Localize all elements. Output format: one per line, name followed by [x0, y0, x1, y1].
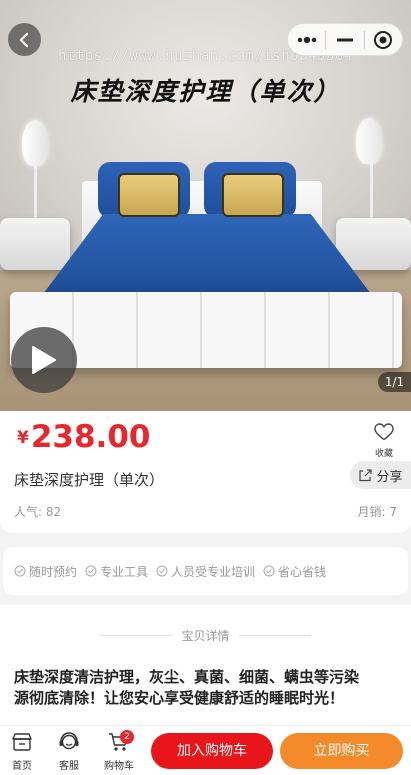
target-close-icon: [374, 30, 393, 49]
customer-service-icon: [59, 732, 79, 750]
service-tag: 专业工具: [85, 563, 148, 580]
product-image[interactable]: 床垫深度护理（单次） https://www.huzhan.com/ishop4…: [0, 0, 411, 411]
share-icon: [359, 469, 373, 482]
nightstand-right: [336, 218, 411, 270]
minimize-button[interactable]: [326, 24, 363, 55]
nightstand-left: [0, 218, 70, 270]
home-label: 首页: [12, 761, 32, 772]
check-circle-icon: [85, 565, 97, 577]
cart-badge: 2: [120, 730, 134, 744]
favorite-button[interactable]: 收藏: [366, 423, 402, 459]
pillow-gold-right: [222, 173, 284, 217]
check-circle-icon: [156, 565, 168, 577]
monthly-sales: 月销: 7: [357, 505, 398, 519]
price-card: ¥238.00 收藏 床垫深度护理（单次） 分享 人气: 82 月销: 7: [0, 411, 411, 533]
store-icon: [12, 733, 32, 751]
heart-icon: [374, 423, 394, 441]
price: ¥238.00: [17, 419, 150, 455]
customer-service-nav[interactable]: 客服: [49, 732, 89, 772]
lamp-right: [356, 118, 382, 164]
product-name: 床垫深度护理（单次）: [14, 471, 165, 489]
product-page: 床垫深度护理（单次） https://www.huzhan.com/ishop4…: [0, 0, 411, 775]
play-video-button[interactable]: [11, 327, 77, 393]
buy-now-button[interactable]: 立即购买: [280, 733, 403, 769]
service-label: 客服: [59, 761, 79, 772]
chevron-left-icon: [19, 32, 28, 47]
minimize-icon: [336, 38, 353, 41]
close-mini-program-button[interactable]: [365, 24, 402, 55]
add-to-cart-button[interactable]: 加入购物车: [151, 733, 273, 769]
currency-symbol: ¥: [17, 428, 29, 448]
lamp-stem-left: [34, 160, 37, 218]
service-tags: 随时预约 专业工具 人员受专业培训 省心省钱: [3, 547, 408, 595]
play-icon: [32, 346, 56, 374]
service-tag-label: 随时预约: [29, 564, 78, 579]
mini-program-capsule: [287, 23, 403, 56]
check-circle-icon: [263, 565, 275, 577]
detail-text: 床垫深度清洁护理，灰尘、真菌、细菌、螨虫等污染源彻底清除！让您安心享受健康舒适的…: [14, 668, 360, 707]
image-pager: 1/1: [378, 372, 411, 392]
share-button[interactable]: 分享: [350, 461, 411, 489]
favorite-label: 收藏: [374, 449, 393, 459]
popularity-count: 人气: 82: [14, 505, 62, 519]
cart-nav[interactable]: 2 购物车: [99, 730, 139, 772]
more-button[interactable]: [288, 24, 325, 55]
detail-heading: 宝贝详情: [0, 627, 411, 644]
service-tag: 随时预约: [14, 563, 77, 580]
service-tag: 省心省钱: [263, 563, 326, 580]
bottom-action-bar: 首页 客服 2 购物车 加入购物车 立即购买: [0, 725, 411, 775]
service-tag-label: 省心省钱: [278, 564, 327, 579]
more-dots-icon: [297, 36, 316, 43]
lamp-left: [22, 120, 48, 166]
back-button[interactable]: [8, 23, 41, 56]
cart-label: 购物车: [104, 761, 134, 772]
service-tag: 人员受专业培训: [156, 563, 255, 580]
home-nav[interactable]: 首页: [2, 732, 42, 772]
service-tag-label: 人员受专业培训: [171, 564, 256, 579]
service-tag-label: 专业工具: [100, 564, 149, 579]
share-label: 分享: [376, 469, 403, 485]
check-circle-icon: [14, 565, 26, 577]
lamp-stem-right: [370, 160, 373, 218]
price-value: 238.00: [30, 419, 151, 455]
pillow-gold-left: [118, 173, 180, 217]
image-title: 床垫深度护理（单次）: [70, 77, 341, 106]
